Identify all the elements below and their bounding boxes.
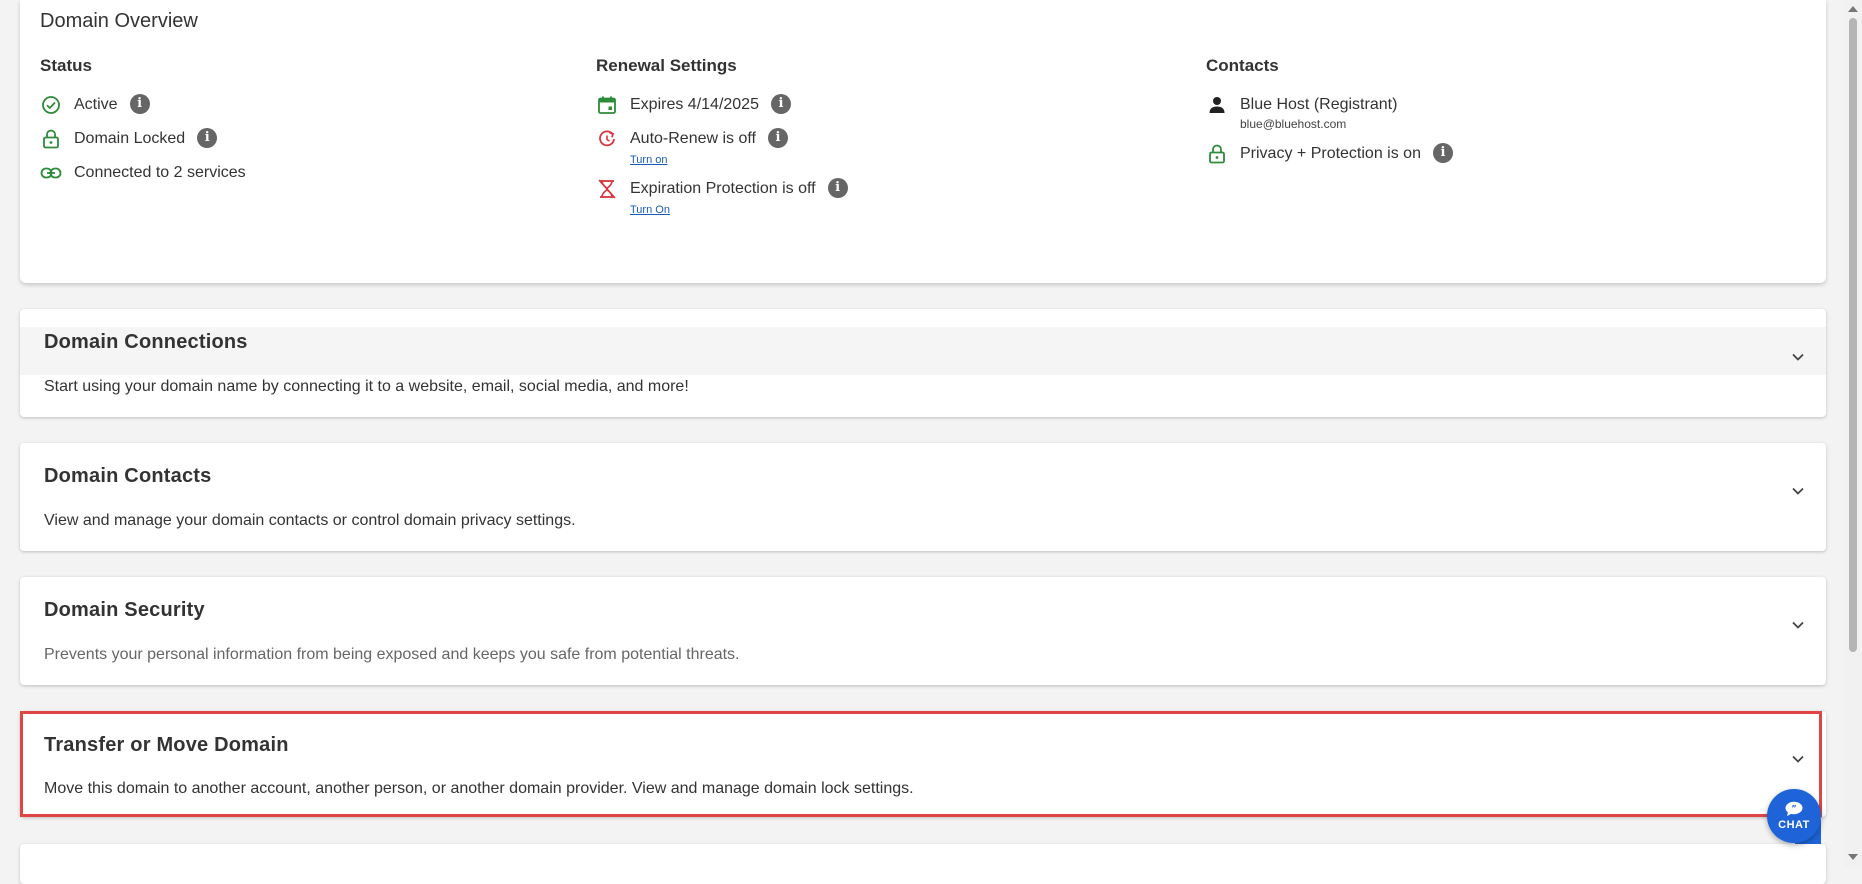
section-description: Prevents your personal information from …	[44, 646, 740, 663]
renewal-column: Renewal Settings Expires 4/14/2025 i Auto…	[596, 56, 848, 228]
renewal-auto-renew-row: Auto-Renew is off i Turn on	[596, 127, 848, 166]
status-column: Status Active i Domain Locked i Connected …	[40, 56, 246, 196]
chevron-down-icon[interactable]	[1790, 483, 1806, 499]
renewal-expires-text: Expires 4/14/2025	[630, 96, 759, 113]
chat-label: CHAT	[1778, 819, 1810, 831]
info-icon[interactable]: i	[768, 127, 788, 148]
chevron-down-icon[interactable]	[1790, 617, 1806, 633]
contacts-email-text: blue@bluehost.com	[1240, 117, 1347, 131]
contacts-column: Contacts Blue Host (Registrant) blue@blu…	[1206, 56, 1453, 177]
hourglass-off-icon	[596, 178, 618, 200]
check-circle-icon	[40, 94, 62, 116]
turn-on-expiration-protection-link[interactable]: Turn On	[630, 204, 848, 216]
contacts-registrant-row: Blue Host (Registrant) blue@bluehost.com	[1206, 94, 1453, 131]
section-title: Domain Connections	[44, 331, 248, 353]
domain-overview-card: Domain Overview Status Active i Domain Lo…	[20, 0, 1826, 283]
renewal-auto-renew-text: Auto-Renew is off	[630, 130, 756, 147]
info-icon[interactable]: i	[197, 127, 218, 148]
renew-off-icon	[596, 128, 618, 150]
renewal-expires-row: Expires 4/14/2025 i	[596, 93, 848, 116]
renewal-title: Renewal Settings	[596, 56, 737, 75]
link-icon	[40, 162, 62, 184]
section-domain-connections[interactable]: Domain Connections Start using your doma…	[20, 309, 1826, 417]
overview-title: Domain Overview	[40, 10, 198, 32]
section-partial	[20, 844, 1826, 884]
status-title: Status	[40, 56, 92, 75]
calendar-icon	[596, 94, 618, 116]
section-header-highlight	[20, 327, 1826, 375]
section-domain-security[interactable]: Domain Security Prevents your personal i…	[20, 577, 1826, 685]
chat-button[interactable]: ” CHAT	[1767, 789, 1821, 843]
renewal-expiration-protection-row: Expiration Protection is off i Turn On	[596, 177, 848, 216]
section-description: Move this domain to another account, ano…	[44, 780, 914, 797]
chevron-down-icon[interactable]	[1790, 751, 1806, 767]
status-active-row: Active i	[40, 93, 246, 116]
section-transfer-or-move-domain[interactable]: Transfer or Move Domain Move this domain…	[20, 711, 1826, 817]
main-content: Domain Overview Status Active i Domain Lo…	[0, 0, 1844, 884]
status-active-text: Active	[74, 96, 118, 113]
status-locked-text: Domain Locked	[74, 130, 186, 147]
scroll-up-arrow-icon[interactable]	[1848, 6, 1858, 12]
section-domain-contacts[interactable]: Domain Contacts View and manage your dom…	[20, 443, 1826, 551]
turn-on-auto-renew-link[interactable]: Turn on	[630, 154, 788, 166]
info-icon[interactable]: i	[129, 93, 150, 114]
person-icon	[1206, 94, 1228, 116]
info-icon[interactable]: i	[1432, 142, 1453, 163]
contacts-privacy-row: Privacy + Protection is on i	[1206, 142, 1453, 165]
chevron-down-icon[interactable]	[1790, 349, 1806, 365]
section-description: Start using your domain name by connecti…	[44, 378, 689, 395]
status-connected-row: Connected to 2 services	[40, 162, 246, 184]
status-connected-text: Connected to 2 services	[74, 164, 246, 181]
section-title: Transfer or Move Domain	[44, 734, 289, 756]
svg-text:”: ”	[1791, 804, 1796, 813]
info-icon[interactable]: i	[770, 93, 791, 114]
status-locked-row: Domain Locked i	[40, 127, 246, 150]
scroll-down-arrow-icon[interactable]	[1848, 854, 1858, 860]
contacts-title: Contacts	[1206, 56, 1279, 75]
renewal-expiration-protection-text: Expiration Protection is off	[630, 180, 816, 197]
vertical-scrollbar[interactable]	[1844, 0, 1862, 868]
chat-bubble-icon: ”	[1785, 801, 1803, 816]
section-description: View and manage your domain contacts or …	[44, 512, 576, 529]
contacts-registrant-text: Blue Host (Registrant)	[1240, 96, 1398, 113]
lock-icon	[40, 128, 62, 150]
contacts-privacy-text: Privacy + Protection is on	[1240, 145, 1421, 162]
section-title: Domain Security	[44, 599, 205, 621]
lock-icon	[1206, 143, 1228, 165]
scrollbar-thumb[interactable]	[1849, 18, 1857, 652]
section-title: Domain Contacts	[44, 465, 212, 487]
info-icon[interactable]: i	[827, 177, 848, 198]
